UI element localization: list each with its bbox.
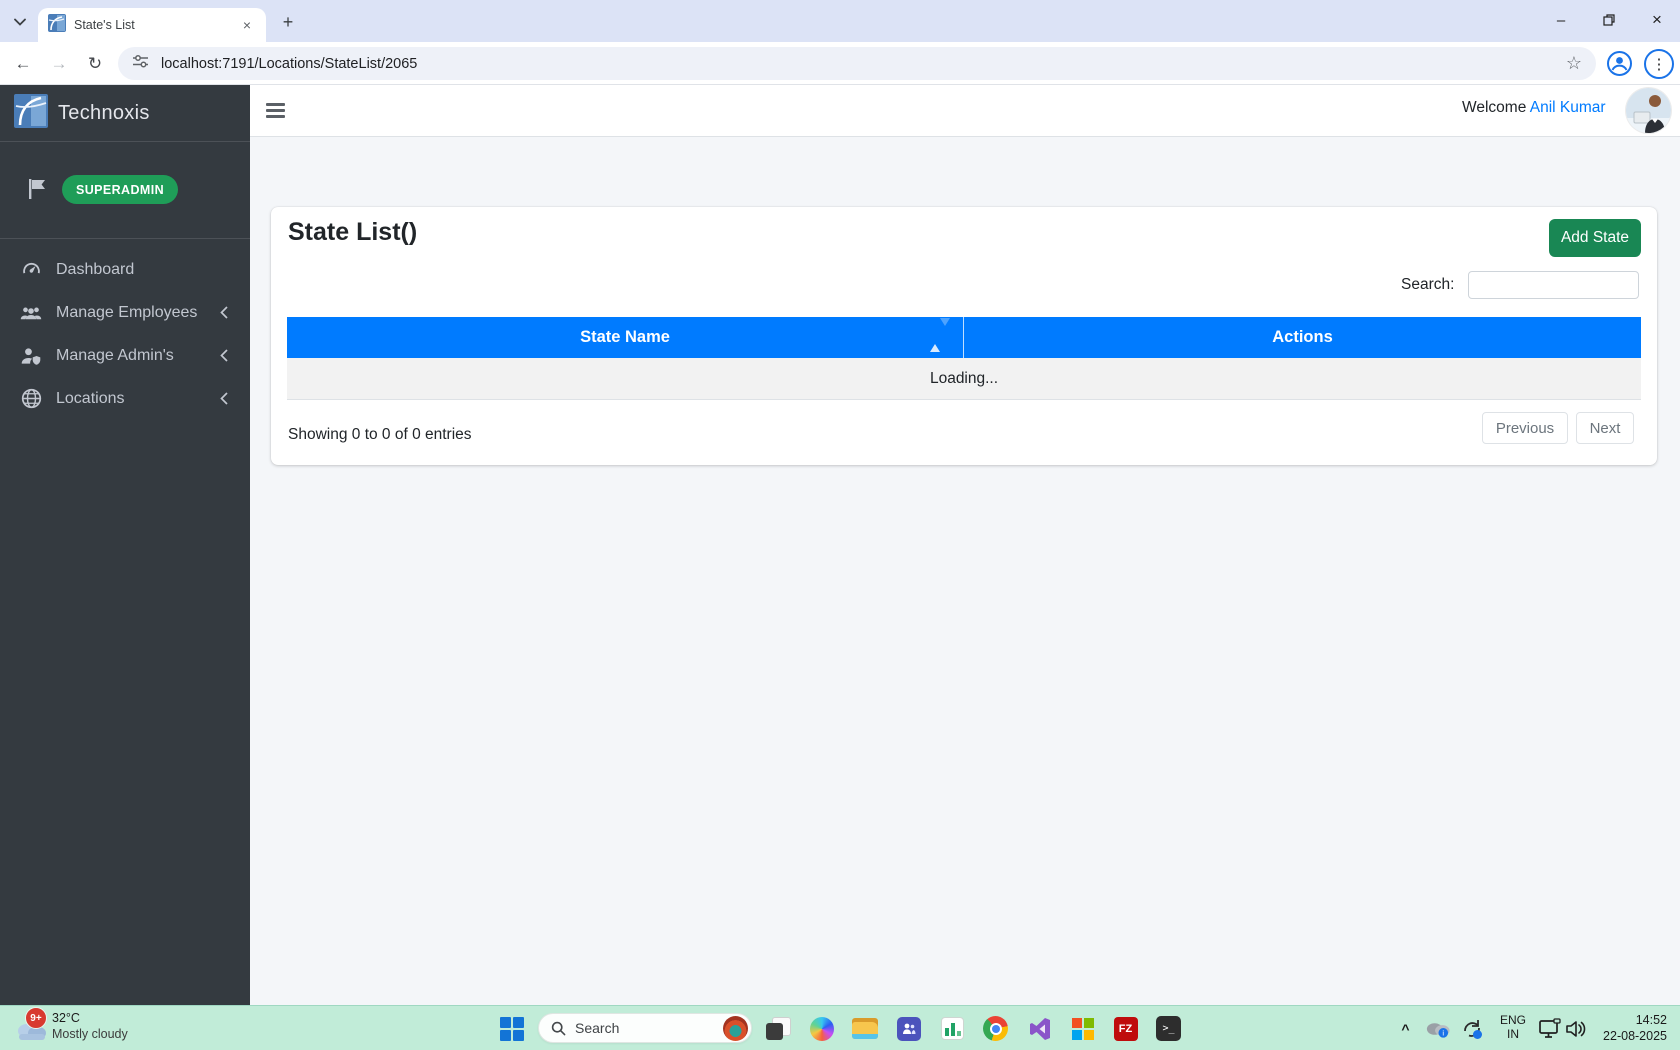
table-search-input[interactable] [1468,271,1639,299]
file-explorer-icon[interactable] [851,1015,878,1042]
clock[interactable]: 14:52 22-08-2025 [1583,1012,1667,1044]
welcome-text: Welcome Anil Kumar [1462,99,1606,117]
display-cast-icon[interactable] [1536,1015,1563,1042]
visual-studio-icon[interactable] [1026,1015,1053,1042]
chevron-left-icon [220,349,228,362]
tray-chevron-icon[interactable]: ^ [1392,1015,1419,1042]
chrome-menu-kebab-icon[interactable]: ⋮ [1644,49,1674,79]
weather-condition: Mostly cloudy [52,1027,128,1041]
filezilla-icon[interactable]: FZ [1112,1015,1139,1042]
teams-icon[interactable] [895,1015,922,1042]
brand-name: Technoxis [58,102,150,125]
taskbar: 9+ 32°C Mostly cloudy Search [0,1005,1680,1050]
sidebar-toggle-hamburger-icon[interactable] [266,103,285,118]
chrome-icon[interactable] [982,1015,1009,1042]
back-icon[interactable]: ← [8,49,38,79]
sidebar-item-label: Locations [56,390,220,408]
sidebar-item-label: Manage Admin's [56,347,220,365]
screen: State's List × + – × ← → ↻ localhost:719… [0,0,1680,1050]
sidebar-item-dashboard[interactable]: Dashboard [8,248,242,291]
new-tab-button[interactable]: + [276,10,300,34]
sidebar-item-manage-admins[interactable]: Manage Admin's [8,334,242,377]
terminal-icon[interactable]: >_ [1155,1015,1182,1042]
technoxis-logo-icon [14,94,48,133]
window-minimize-button[interactable]: – [1544,6,1578,34]
bing-daily-image-icon[interactable] [723,1016,748,1041]
search-label: Search: [1401,276,1454,294]
spreadsheet-app-icon[interactable] [939,1015,966,1042]
sidebar-item-label: Dashboard [56,261,242,279]
add-state-button[interactable]: Add State [1549,219,1641,257]
role-badge[interactable]: SUPERADMIN [62,175,178,204]
sidebar: Technoxis SUPERADMIN Dashboard Manage Em… [0,85,250,1005]
loading-text: Loading... [930,370,998,388]
column-header-actions[interactable]: Actions [964,317,1641,358]
window-restore-button[interactable] [1592,6,1626,34]
globe-icon [20,388,42,410]
sync-status-icon[interactable] [1458,1015,1485,1042]
chevron-left-icon [220,392,228,405]
forward-icon[interactable]: → [44,49,74,79]
state-list-card: State List() Add State Search: State Nam… [271,207,1657,465]
profile-icon[interactable] [1606,50,1633,82]
user-panel: SUPERADMIN [0,142,250,239]
search-icon [551,1021,566,1036]
column-header-state-name[interactable]: State Name [287,317,964,358]
tray-date: 22-08-2025 [1583,1028,1667,1044]
ms-app-icon[interactable] [1069,1015,1096,1042]
favicon [48,14,66,37]
sidebar-item-label: Manage Employees [56,304,220,322]
speedometer-icon [20,259,42,281]
user-link[interactable]: Anil Kumar [1530,99,1606,116]
users-icon [20,302,42,324]
user-avatar[interactable] [1626,88,1671,133]
user-shield-icon [20,345,42,367]
brand[interactable]: Technoxis [0,85,250,142]
url-bar[interactable]: localhost:7191/Locations/StateList/2065 … [118,47,1596,80]
browser-tabstrip: State's List × + – × [0,0,1680,42]
news-badge: 9+ [25,1007,47,1029]
chevron-left-icon [220,306,228,319]
reload-icon[interactable]: ↻ [80,49,110,79]
browser-tab[interactable]: State's List × [38,8,266,42]
sidebar-item-manage-employees[interactable]: Manage Employees [8,291,242,334]
tray-time: 14:52 [1583,1012,1667,1028]
previous-page-button[interactable]: Previous [1482,412,1568,444]
sidebar-item-locations[interactable]: Locations [8,377,242,420]
flag-icon [26,177,48,206]
site-settings-icon[interactable] [132,53,149,75]
svg-text:i: i [1442,1028,1444,1037]
start-button[interactable] [498,1015,525,1042]
page-title: State List() [288,218,417,247]
next-page-button[interactable]: Next [1576,412,1634,444]
onedrive-icon[interactable]: i [1424,1015,1451,1042]
task-view-icon[interactable] [764,1015,791,1042]
bookmark-star-icon[interactable]: ☆ [1566,53,1582,74]
taskbar-search-text: Search [575,1020,723,1036]
weather-widget[interactable]: 9+ 32°C Mostly cloudy [0,1006,200,1050]
language-indicator[interactable]: ENG IN [1496,1014,1530,1041]
table-header-row: State Name Actions [287,317,1641,358]
url-text[interactable]: localhost:7191/Locations/StateList/2065 [161,56,1566,72]
window-close-button[interactable]: × [1640,6,1674,34]
table-loading-row: Loading... [287,358,1641,400]
taskbar-search[interactable]: Search [538,1013,752,1043]
tab-title: State's List [74,18,238,32]
tab-close-icon[interactable]: × [238,16,256,34]
tab-search-chevron-icon[interactable] [8,10,32,34]
sort-icon[interactable] [930,326,950,345]
weather-temp: 32°C [52,1011,80,1025]
copilot-icon[interactable] [808,1015,835,1042]
entries-summary: Showing 0 to 0 of 0 entries [288,426,472,444]
